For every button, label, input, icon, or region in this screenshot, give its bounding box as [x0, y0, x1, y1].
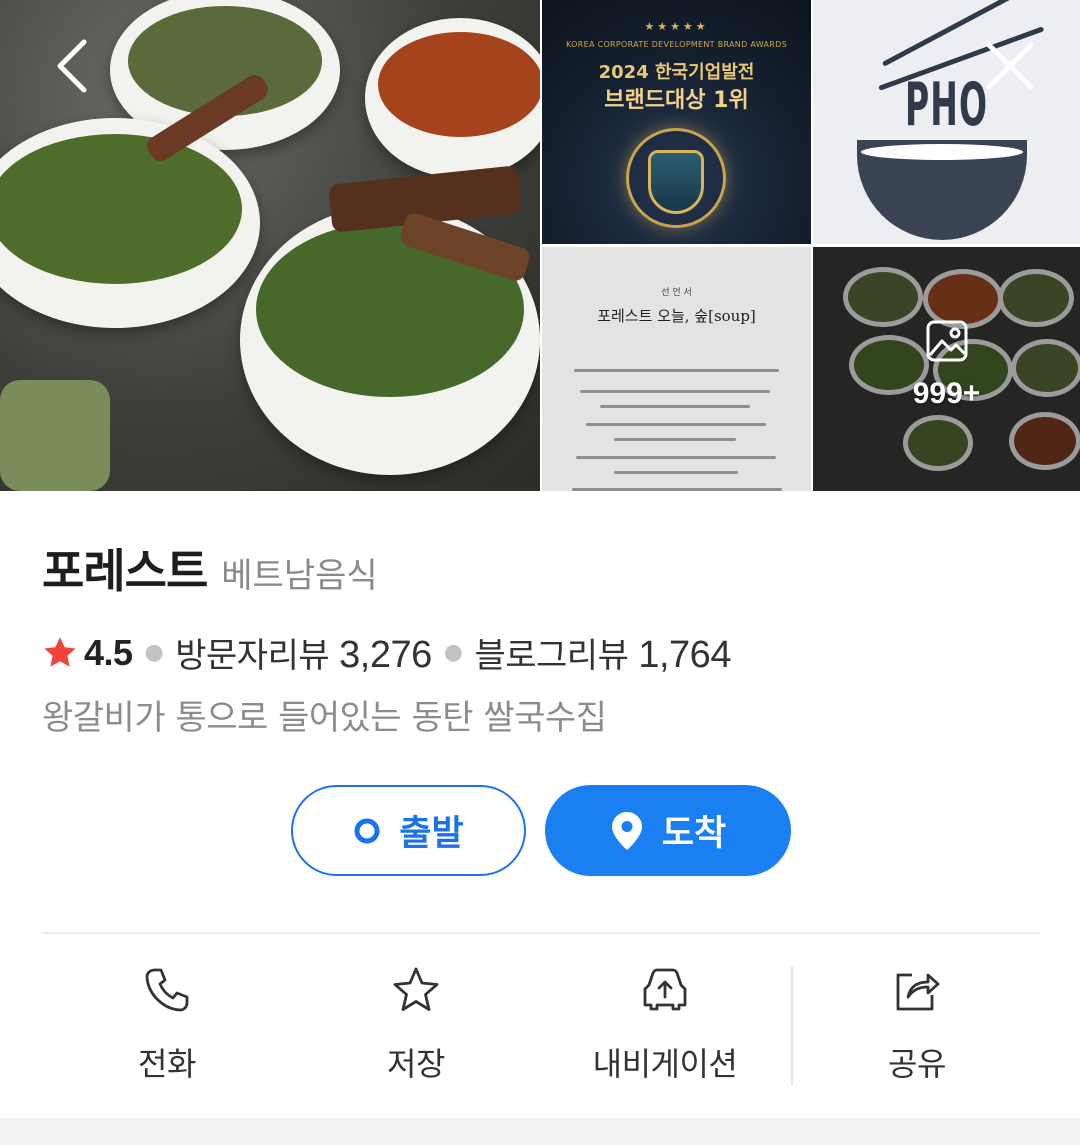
stats-row: 4.5 ● 방문자리뷰 3,276 ● 블로그리뷰 1,764	[42, 628, 731, 677]
award-title-line2: 브랜드대상 1위	[604, 88, 749, 113]
save-label: 저장	[387, 1045, 445, 1083]
visitor-review-count: 3,276	[339, 634, 432, 676]
award-subtitle: KOREA CORPORATE DEVELOPMENT BRAND AWARDS	[566, 40, 787, 49]
award-title-line1: 2024 한국기업발전	[598, 62, 755, 83]
navigation-button[interactable]: 내비게이션	[540, 965, 790, 1085]
title-row: 포레스트 베트남음식	[42, 535, 378, 601]
close-icon	[986, 42, 1034, 90]
arrive-label: 도착	[661, 814, 727, 854]
place-name: 포레스트	[42, 544, 208, 598]
star-outline-icon	[393, 967, 439, 1011]
location-pin-icon	[611, 811, 642, 850]
blog-review-link[interactable]: 블로그리뷰 1,764	[474, 628, 731, 677]
more-photos[interactable]: 999+	[813, 247, 1080, 491]
photo-count: 999+	[912, 377, 981, 410]
image-icon	[926, 320, 968, 362]
blog-review-label: 블로그리뷰	[474, 636, 629, 676]
navigation-label: 내비게이션	[592, 1045, 738, 1083]
photo-gallery: ★★★★★ KOREA CORPORATE DEVELOPMENT BRAND …	[0, 0, 1080, 491]
section-gap	[0, 1118, 1080, 1145]
star-icon	[44, 636, 76, 667]
award-stars: ★★★★★	[644, 20, 709, 33]
share-label: 공유	[888, 1045, 946, 1083]
divider	[42, 932, 1040, 934]
save-button[interactable]: 저장	[291, 965, 541, 1085]
logo-text: PHO	[905, 70, 989, 140]
award-badge-icon	[648, 150, 704, 214]
document-heading: 포레스트 오늘, 숲[soup]	[597, 307, 756, 325]
place-category: 베트남음식	[221, 556, 378, 596]
chevron-left-icon	[57, 39, 87, 93]
phone-icon	[145, 968, 189, 1012]
call-button[interactable]: 전화	[42, 965, 292, 1085]
document-heading-small: 선 언 서	[661, 288, 692, 298]
award-photo[interactable]: ★★★★★ KOREA CORPORATE DEVELOPMENT BRAND …	[542, 0, 811, 244]
document-photo[interactable]: 선 언 서 포레스트 오늘, 숲[soup]	[542, 247, 811, 491]
visitor-review-label: 방문자리뷰	[175, 636, 330, 676]
close-button[interactable]	[980, 36, 1040, 96]
share-icon	[896, 973, 940, 1011]
rating-value: 4.5	[84, 631, 133, 673]
depart-button[interactable]: 출발	[291, 785, 526, 876]
origin-dot-icon	[354, 818, 380, 843]
arrive-button[interactable]: 도착	[545, 785, 791, 876]
blog-review-count: 1,764	[638, 634, 731, 676]
car-navigation-icon	[643, 968, 687, 1011]
share-button[interactable]: 공유	[792, 965, 1042, 1085]
back-button[interactable]	[42, 36, 102, 96]
call-label: 전화	[138, 1045, 196, 1083]
place-description: 왕갈비가 통으로 들어있는 동탄 쌀국수집	[42, 698, 607, 738]
depart-label: 출발	[399, 814, 464, 854]
visitor-review-link[interactable]: 방문자리뷰 3,276	[175, 628, 432, 677]
